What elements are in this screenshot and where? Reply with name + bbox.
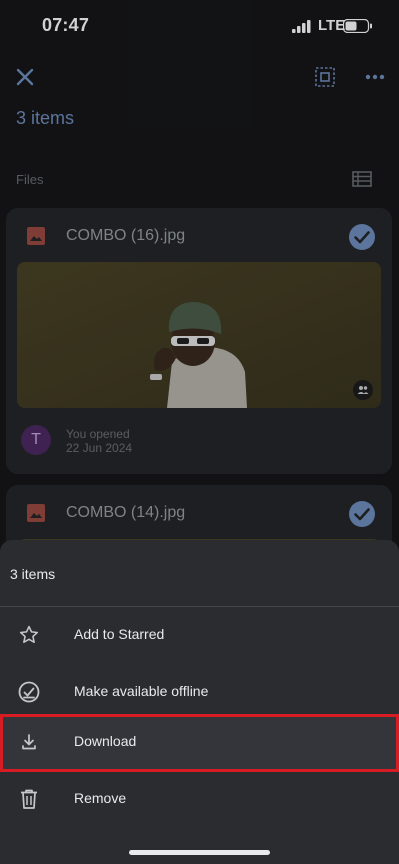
battery-icon [343,19,372,33]
download-icon [16,729,42,755]
more-horizontal-icon [365,74,385,80]
file-activity: You opened 22 Jun 2024 [66,427,132,455]
status-bar: 07:47 LTE [0,0,399,52]
file-name: COMBO (14).jpg [66,504,186,521]
activity-date: 22 Jun 2024 [66,441,133,455]
bottom-action-sheet: 3 items Add to Starred Make available of… [0,540,399,864]
shared-people-icon [357,386,369,394]
divider [0,606,399,607]
list-view-button[interactable] [348,166,376,192]
network-type: LTE [318,17,346,34]
image-file-icon [27,227,45,245]
selected-items-count: 3 items [16,108,75,128]
selection-toolbar [0,60,399,96]
close-button[interactable] [10,62,40,92]
menu-item-label: Add to Starred [74,626,165,642]
selected-check-icon[interactable] [348,500,376,528]
menu-item-add-to-starred[interactable]: Add to Starred [0,610,399,662]
offline-check-icon [16,679,42,705]
star-outline-icon [16,622,42,648]
menu-item-label: Remove [74,790,127,806]
list-view-icon [352,171,372,187]
avatar: T [21,425,51,455]
home-indicator[interactable] [129,850,270,855]
selected-check-icon[interactable] [348,223,376,251]
image-file-icon [27,504,45,522]
activity-text: You opened [66,427,130,441]
select-all-icon [315,67,335,87]
menu-item-label: Make available offline [74,683,209,699]
menu-item-label: Download [74,733,137,749]
menu-item-remove[interactable]: Remove [0,774,399,826]
file-name: COMBO (16).jpg [66,227,186,244]
signal-icon [292,20,311,33]
trash-icon [16,786,42,812]
close-icon [16,68,34,86]
select-all-button[interactable] [310,62,340,92]
file-card[interactable]: COMBO (16).jpg T You opened 22 Jun 2024 [6,208,392,474]
shared-badge [353,380,373,400]
more-options-button[interactable] [360,62,390,92]
photo-preview [17,262,381,408]
files-section-label: Files [16,172,44,187]
menu-item-make-available-offline[interactable]: Make available offline [0,667,399,719]
sheet-title: 3 items [10,566,56,582]
menu-item-download[interactable]: Download [0,717,399,771]
file-thumbnail[interactable] [17,262,381,408]
status-time: 07:47 [42,15,90,35]
